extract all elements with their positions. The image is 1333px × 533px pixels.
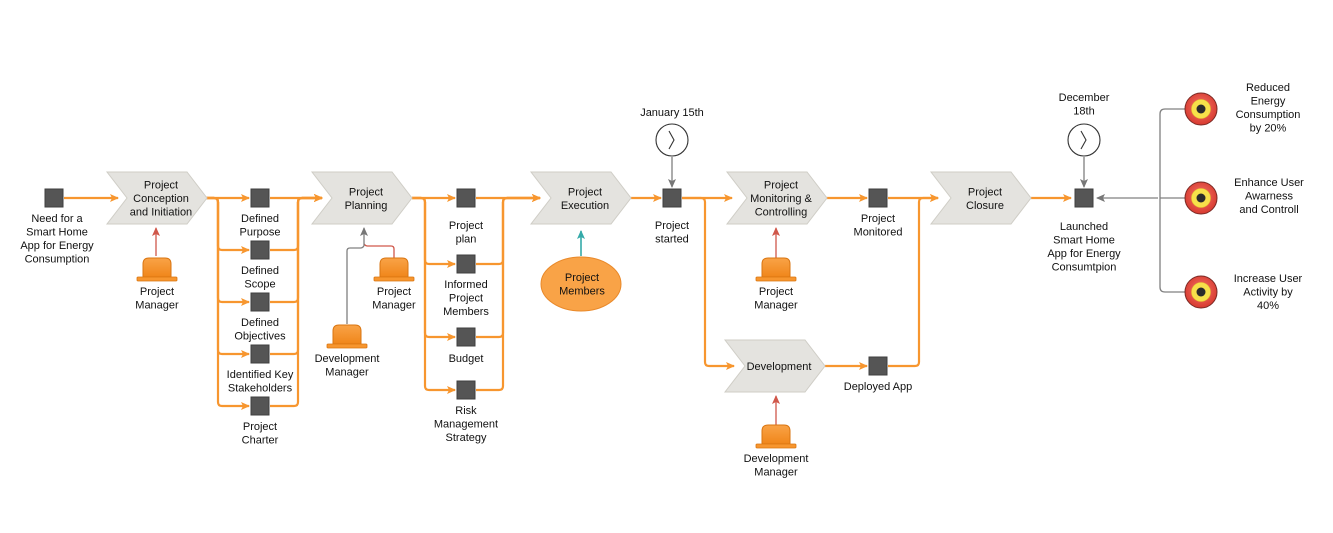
goal-label: Reduced Energy Consumption by 20% xyxy=(1236,82,1301,135)
event-label: Project Charter xyxy=(242,421,279,447)
group-label: Project Members xyxy=(559,272,605,298)
role-project-manager-conception[interactable]: Project Manager xyxy=(135,257,179,312)
group-project-members[interactable]: Project Members xyxy=(540,256,622,312)
timer-december-18th[interactable]: December 18th xyxy=(1059,92,1110,157)
timer-label: December 18th xyxy=(1059,92,1110,118)
event-project-monitored[interactable]: Project Monitored xyxy=(854,188,903,239)
role-label: Project Manager xyxy=(754,286,798,312)
event-square-icon xyxy=(868,188,888,208)
goal-center xyxy=(1196,104,1206,114)
flow-event-to-execution xyxy=(476,194,541,392)
event-label: Project Monitored xyxy=(854,213,903,239)
role-label: Development Manager xyxy=(744,453,809,479)
event-label: Defined Purpose xyxy=(240,213,281,239)
goal-label: Enhance User Awarness and Controll xyxy=(1234,177,1304,216)
goal-label: Increase User Activity by 40% xyxy=(1234,273,1303,312)
event-label: Launched Smart Home App for Energy Consumtp… xyxy=(1047,221,1121,274)
timer-label: January 15th xyxy=(640,107,704,119)
role-development-manager-development[interactable]: Development Manager xyxy=(744,424,809,479)
event-square-icon xyxy=(250,292,270,312)
group-ellipse-shape xyxy=(540,256,622,312)
goal-reduced-energy-consumption[interactable]: Reduced Energy Consumption by 20% xyxy=(1184,82,1301,135)
role-project-manager-monitoring[interactable]: Project Manager xyxy=(754,257,798,312)
event-square-icon xyxy=(1074,188,1094,208)
role-label: Development Manager xyxy=(315,353,380,379)
clock-icon xyxy=(1067,123,1101,157)
event-launched-app[interactable]: Launched Smart Home App for Energy Consumtp… xyxy=(1047,188,1121,274)
role-project-manager-planning[interactable]: Project Manager xyxy=(372,257,416,312)
event-square-icon xyxy=(456,327,476,347)
event-defined-objectives[interactable]: Defined Objectives xyxy=(234,292,286,343)
role-hat-icon xyxy=(761,424,791,445)
event-label: Budget xyxy=(449,353,484,365)
process-label: Project Planning xyxy=(345,186,388,212)
start-event[interactable]: Need for a Smart Home App for Energy Consum… xyxy=(20,188,94,266)
event-square-icon xyxy=(456,380,476,400)
start-event-label: Need for a Smart Home App for Energy Consum… xyxy=(20,213,94,266)
role-development-manager-planning[interactable]: Development Manager xyxy=(315,324,380,379)
role-hat-brim xyxy=(373,276,415,282)
event-square-icon xyxy=(250,344,270,364)
event-label: Project started xyxy=(655,220,689,246)
process-label: Development xyxy=(747,361,812,373)
process-label: Project Execution xyxy=(561,186,609,212)
event-label: Defined Objectives xyxy=(234,317,286,343)
role-hat-brim xyxy=(755,443,797,449)
event-label: Risk Management Strategy xyxy=(434,405,498,444)
flow-deployed-to-closure xyxy=(888,194,939,368)
process-project-closure[interactable]: Project Closure xyxy=(929,171,1032,225)
timer-january-15th[interactable]: January 15th xyxy=(640,107,704,157)
event-square-icon xyxy=(662,188,682,208)
goal-center xyxy=(1196,193,1206,203)
goal-enhance-user-awareness[interactable]: Enhance User Awarness and Controll xyxy=(1184,177,1304,216)
process-label: Project Closure xyxy=(966,186,1004,212)
event-label: Deployed App xyxy=(844,381,913,393)
clock-icon xyxy=(655,123,689,157)
event-project-charter[interactable]: Project Charter xyxy=(242,396,279,447)
role-label: Project Manager xyxy=(135,286,179,312)
event-defined-scope[interactable]: Defined Scope xyxy=(241,240,279,291)
event-label: Defined Scope xyxy=(241,265,279,291)
process-project-planning[interactable]: Project Planning xyxy=(310,171,413,225)
goal-center xyxy=(1196,287,1206,297)
event-label: Project plan xyxy=(449,220,483,246)
role-hat-brim xyxy=(755,276,797,282)
process-project-monitoring[interactable]: Project Monitoring & Controlling xyxy=(725,171,828,225)
event-square-icon xyxy=(456,188,476,208)
role-input-planning-dm xyxy=(346,245,365,324)
event-square-icon xyxy=(250,396,270,416)
event-label: Identified Key Stakeholders xyxy=(227,369,294,395)
event-budget[interactable]: Budget xyxy=(449,327,484,365)
role-hat-icon xyxy=(332,324,362,345)
event-square-icon xyxy=(456,254,476,274)
event-square-icon xyxy=(44,188,64,208)
role-label: Project Manager xyxy=(372,286,416,312)
process-project-execution[interactable]: Project Execution xyxy=(529,171,632,225)
event-square-icon xyxy=(250,188,270,208)
event-label: Informed Project Members xyxy=(443,279,489,318)
goal-increase-user-activity[interactable]: Increase User Activity by 40% xyxy=(1184,273,1303,312)
process-project-conception[interactable]: Project Conception and Initiation xyxy=(105,171,208,225)
event-defined-purpose[interactable]: Defined Purpose xyxy=(240,188,281,239)
process-diagram: Need for a Smart Home App for Energy Consum… xyxy=(20,82,1304,479)
nodes: Need for a Smart Home App for Energy Consum… xyxy=(20,82,1304,479)
event-deployed-app[interactable]: Deployed App xyxy=(844,356,913,393)
flow-event-to-execution xyxy=(476,194,541,266)
role-hat-icon xyxy=(379,257,409,278)
role-input-planning-pm xyxy=(363,243,395,258)
role-hat-brim xyxy=(136,276,178,282)
event-square-icon xyxy=(250,240,270,260)
process-development[interactable]: Development xyxy=(723,339,826,393)
event-identified-key-stakeholders[interactable]: Identified Key Stakeholders xyxy=(227,344,294,395)
role-hat-brim xyxy=(326,343,368,349)
role-hat-icon xyxy=(142,257,172,278)
goals-bracket xyxy=(1159,108,1185,293)
role-hat-icon xyxy=(761,257,791,278)
event-square-icon xyxy=(868,356,888,376)
